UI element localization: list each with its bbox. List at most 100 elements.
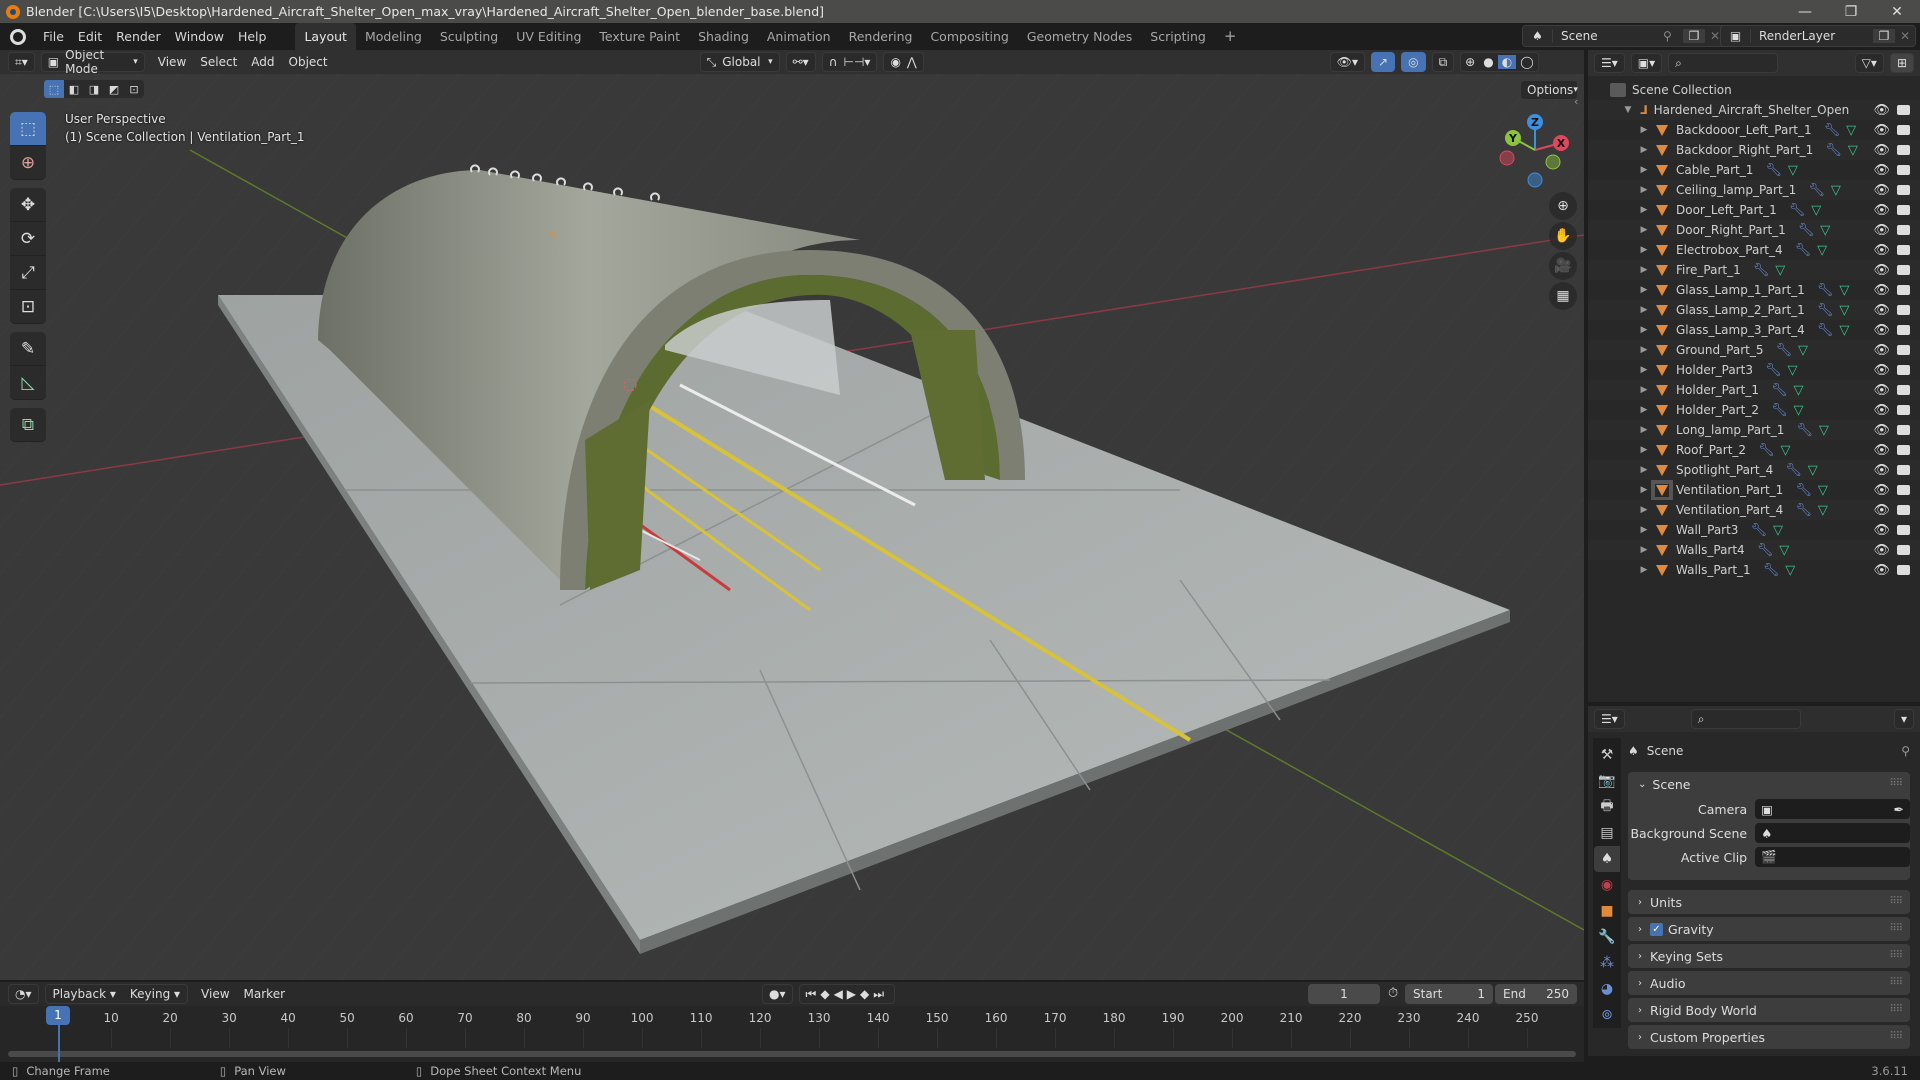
modifier-wrench-icon[interactable]: 🔧︎ xyxy=(1796,423,1813,438)
expand-arrow-icon[interactable]: ▶ xyxy=(1638,245,1650,255)
collection-row[interactable]: ▼ ⅃ Hardened_Aircraft_Shelter_Open 👁 xyxy=(1588,100,1920,120)
render-camera-icon[interactable] xyxy=(1897,125,1910,135)
outliner-item[interactable]: ▶ Walls_Part_1 🔧︎ ▽ 👁 xyxy=(1588,560,1920,580)
render-camera-icon[interactable] xyxy=(1897,525,1910,535)
viewport-scene[interactable] xyxy=(0,50,1584,980)
move-tool[interactable]: ✥ xyxy=(10,188,46,222)
panel-audio[interactable]: › Audio ⠿⠿ xyxy=(1628,971,1910,995)
eye-icon[interactable]: 👁 xyxy=(1873,143,1890,158)
render-camera-icon[interactable] xyxy=(1897,345,1910,355)
filter-dropdown[interactable]: ▽▾ xyxy=(1854,53,1884,73)
expand-arrow-icon[interactable]: ▶ xyxy=(1638,545,1650,555)
expand-arrow-icon[interactable]: ▼ xyxy=(1622,105,1634,115)
outliner-item[interactable]: ▶ Ventilation_Part_1 🔧︎ ▽ 👁 xyxy=(1588,479,1920,501)
outliner-item[interactable]: ▶ Ceiling_lamp_Part_1 🔧︎ ▽ 👁 xyxy=(1588,180,1920,200)
mesh-data-icon[interactable]: ▽ xyxy=(1775,263,1785,278)
drag-handle-icon[interactable]: ⠿⠿ xyxy=(1889,977,1903,988)
editor-type-button[interactable]: ⌗▾ xyxy=(8,52,35,72)
ortho-toggle-button[interactable]: ▦ xyxy=(1549,282,1577,310)
outliner-item[interactable]: ▶ Holder_Part_2 🔧︎ ▽ 👁 xyxy=(1588,400,1920,420)
mesh-data-icon[interactable]: ▽ xyxy=(1785,563,1795,578)
render-camera-icon[interactable] xyxy=(1897,265,1910,275)
eye-icon[interactable]: 👁 xyxy=(1873,323,1890,338)
expand-arrow-icon[interactable]: ▶ xyxy=(1638,445,1650,455)
render-camera-icon[interactable] xyxy=(1897,225,1910,235)
expand-arrow-icon[interactable]: ▶ xyxy=(1638,145,1650,155)
expand-arrow-icon[interactable]: ▶ xyxy=(1638,185,1650,195)
outliner-item[interactable]: ▶ Wall_Part3 🔧︎ ▽ 👁 xyxy=(1588,520,1920,540)
timeline-scrollbar[interactable] xyxy=(8,1051,1576,1057)
tab-physics[interactable]: ◕ xyxy=(1594,976,1620,1002)
render-camera-icon[interactable] xyxy=(1897,425,1910,435)
render-camera-icon[interactable] xyxy=(1897,285,1910,295)
expand-arrow-icon[interactable]: ▶ xyxy=(1638,485,1650,495)
panel-custom-properties[interactable]: › Custom Properties ⠿⠿ xyxy=(1628,1025,1910,1049)
eye-icon[interactable]: 👁 xyxy=(1873,423,1890,438)
properties-editor-type[interactable]: ☰▾ xyxy=(1594,709,1625,729)
expand-arrow-icon[interactable]: ▶ xyxy=(1638,525,1650,535)
playhead-line[interactable] xyxy=(58,1020,60,1062)
navigation-gizmo[interactable]: Z X Y xyxy=(1495,110,1575,190)
camera-field[interactable]: ▣ ✒ xyxy=(1755,799,1910,819)
new-scene-icon[interactable]: ❐ xyxy=(1683,29,1705,43)
mesh-data-icon[interactable]: ▽ xyxy=(1779,543,1789,558)
sidebar-toggle[interactable]: ‹ xyxy=(1574,95,1578,108)
render-camera-icon[interactable] xyxy=(1897,485,1910,495)
tab-constraints[interactable]: ⊚ xyxy=(1594,1002,1620,1028)
eye-icon[interactable]: 👁 xyxy=(1873,263,1890,278)
add-workspace-button[interactable]: + xyxy=(1215,23,1246,50)
outliner-item[interactable]: ▶ Spotlight_Part_4 🔧︎ ▽ 👁 xyxy=(1588,460,1920,480)
drag-handle-icon[interactable]: ⠿⠿ xyxy=(1889,1031,1903,1042)
eye-icon[interactable]: 👁 xyxy=(1873,103,1890,118)
modifier-wrench-icon[interactable]: 🔧︎ xyxy=(1765,363,1782,378)
mesh-data-icon[interactable]: ▽ xyxy=(1793,403,1803,418)
modifier-wrench-icon[interactable]: 🔧︎ xyxy=(1795,483,1812,498)
menu-marker[interactable]: Marker xyxy=(237,987,292,1001)
modifier-wrench-icon[interactable]: 🔧︎ xyxy=(1771,383,1788,398)
tab-animation[interactable]: Animation xyxy=(758,23,840,50)
eye-icon[interactable]: 👁 xyxy=(1873,563,1890,578)
tab-view-layer[interactable]: ▤ xyxy=(1594,820,1620,846)
tab-scripting[interactable]: Scripting xyxy=(1141,23,1215,50)
expand-arrow-icon[interactable]: ▶ xyxy=(1638,325,1650,335)
gravity-checkbox[interactable]: ✓ xyxy=(1650,922,1663,936)
modifier-wrench-icon[interactable]: 🔧︎ xyxy=(1808,183,1825,198)
new-view-layer-icon[interactable]: ❐ xyxy=(1873,29,1895,43)
scale-tool[interactable]: ⤢ xyxy=(10,256,46,290)
tab-sculpting[interactable]: Sculpting xyxy=(431,23,507,50)
modifier-wrench-icon[interactable]: 🔧︎ xyxy=(1757,543,1774,558)
mesh-data-icon[interactable]: ▽ xyxy=(1818,503,1828,518)
outliner-item[interactable]: ▶ Ventilation_Part_4 🔧︎ ▽ 👁 xyxy=(1588,500,1920,520)
menu-playback[interactable]: Playback ▾ xyxy=(46,987,123,1001)
gizmo-neg-x[interactable] xyxy=(1499,150,1515,166)
select-subtract-icon[interactable]: ◨ xyxy=(84,80,104,98)
modifier-wrench-icon[interactable]: 🔧︎ xyxy=(1750,523,1767,538)
tab-world[interactable]: ◉ xyxy=(1594,872,1620,898)
timeline-editor-type[interactable]: ◔▾ xyxy=(8,984,39,1004)
mode-dropdown[interactable]: ▣ Object Mode ▾ xyxy=(40,50,145,76)
render-camera-icon[interactable] xyxy=(1897,325,1910,335)
wireframe-shading-icon[interactable]: ⊕ xyxy=(1461,55,1479,69)
modifier-wrench-icon[interactable]: 🔧︎ xyxy=(1785,463,1802,478)
modifier-wrench-icon[interactable]: 🔧︎ xyxy=(1758,443,1775,458)
view-layer-selector[interactable]: ▣ RenderLayer ❐ ✕ xyxy=(1720,25,1916,47)
eye-icon[interactable]: 👁 xyxy=(1873,463,1890,478)
eye-icon[interactable]: 👁 xyxy=(1873,503,1890,518)
playhead-frame[interactable]: 1 xyxy=(46,1006,70,1025)
outliner-item[interactable]: ▶ Electrobox_Part_4 🔧︎ ▽ 👁 xyxy=(1588,240,1920,260)
tab-output[interactable]: 🖶 xyxy=(1594,794,1620,820)
expand-arrow-icon[interactable]: ▶ xyxy=(1638,225,1650,235)
render-camera-icon[interactable] xyxy=(1897,405,1910,415)
eye-icon[interactable]: 👁 xyxy=(1873,223,1890,238)
select-new-icon[interactable]: ⬚ xyxy=(44,80,64,98)
scene-selector[interactable]: ♠ Scene ⚲ ❐ ✕ xyxy=(1522,25,1726,47)
prev-keyframe-icon[interactable]: ◆ xyxy=(820,987,833,1001)
proportional-edit-toggle[interactable]: ◉ ⋀ xyxy=(883,52,924,72)
outliner-item[interactable]: ▶ Backdooor_Left_Part_1 🔧︎ ▽ 👁 xyxy=(1588,120,1920,140)
timeline-area[interactable]: 10 20 30 40 50 60 70 80 90 100 110 120 130 140 150 160 1… xyxy=(0,1006,1584,1062)
add-cube-tool[interactable]: ⧉ xyxy=(10,408,46,442)
outliner-item[interactable]: ▶ Glass_Lamp_1_Part_1 🔧︎ ▽ 👁 xyxy=(1588,280,1920,300)
menu-select[interactable]: Select xyxy=(193,55,244,69)
outliner-item[interactable]: ▶ Long_lamp_Part_1 🔧︎ ▽ 👁 xyxy=(1588,420,1920,440)
overlay-toggle[interactable]: ◎ xyxy=(1401,52,1426,72)
